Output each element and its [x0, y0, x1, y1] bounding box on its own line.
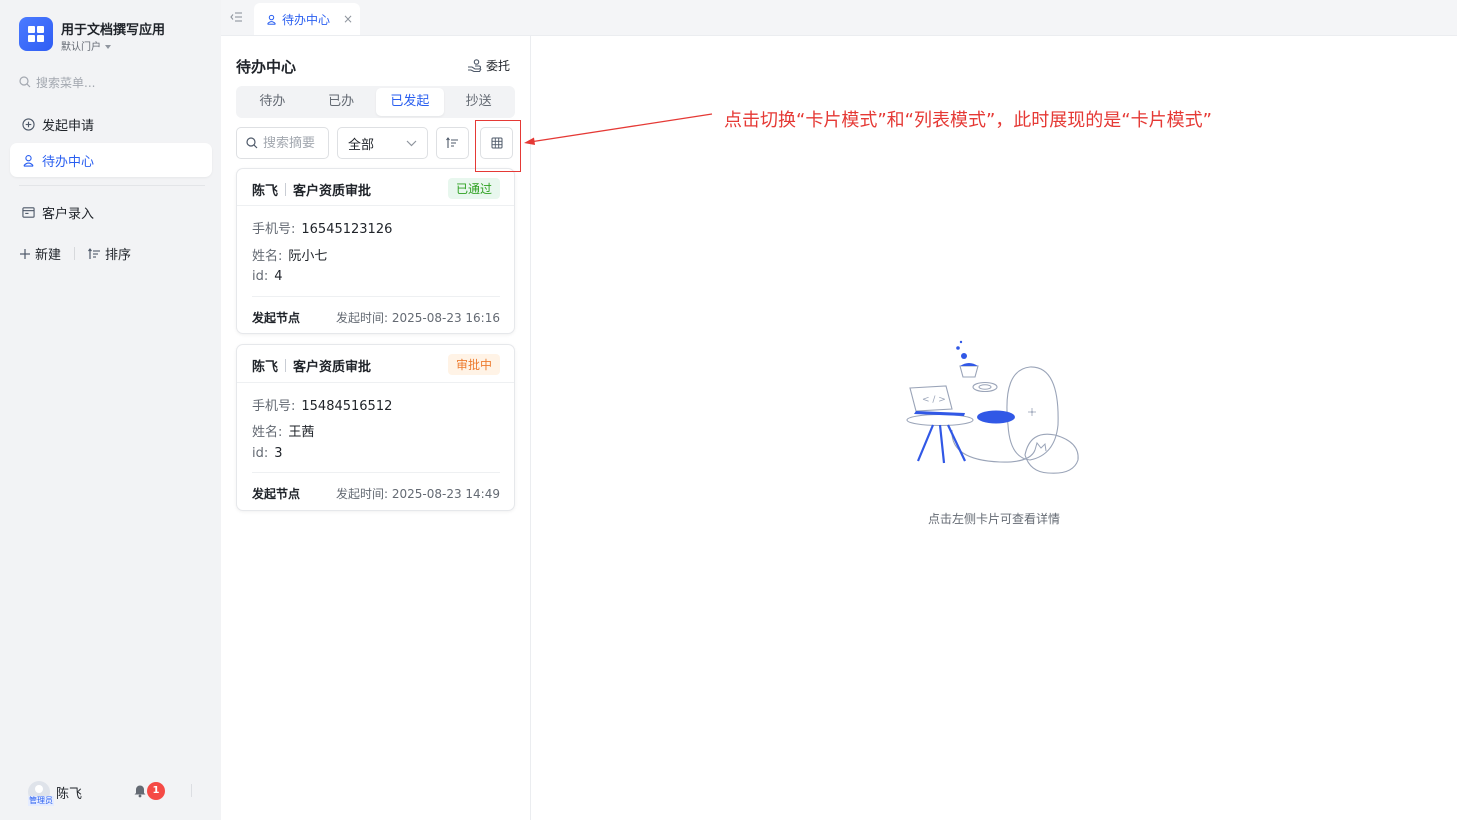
collapse-sidebar-icon[interactable] [230, 11, 243, 27]
filter-value: 全部 [348, 137, 375, 153]
delegate-label: 委托 [486, 59, 511, 73]
panel-title: 待办中心 [236, 58, 297, 76]
form-icon [22, 206, 35, 218]
card-divider [237, 205, 514, 206]
user-task-icon [267, 14, 276, 25]
status-badge: 审批中 [447, 354, 500, 375]
process-name: 客户资质审批 [293, 184, 372, 199]
menu-divider [19, 185, 205, 186]
header-divider [285, 359, 287, 372]
annotation-text: 点击切换“卡片模式”和“列表模式”，此时展现的是“卡片模式” [724, 110, 1212, 131]
initiator-name: 陈飞 [252, 360, 279, 375]
initiator-name: 陈飞 [252, 184, 279, 199]
field-value: 阮小七 [288, 249, 328, 264]
approval-card[interactable]: 陈飞 客户资质审批 已通过 手机号: 16545123126 姓名: 阮小七 id:… [236, 168, 515, 334]
user-task-icon [23, 154, 34, 167]
field-key: 手机号: [252, 222, 296, 237]
filter-select[interactable]: 全部 [337, 127, 428, 159]
empty-state-illustration: < / > [906, 340, 1079, 474]
tab-label: 待办中心 [282, 12, 331, 27]
field-value: 3 [274, 446, 283, 461]
tab-initiated[interactable]: 已发起 [375, 88, 445, 116]
sidebar-item-todo[interactable]: 待办中心 [10, 143, 212, 177]
card-divider [237, 382, 514, 383]
node-name: 发起节点 [252, 311, 301, 325]
field-id: id: 3 [252, 446, 283, 461]
app-title: 用于文档撰写应用 [61, 23, 166, 38]
field-phone: 手机号: 16545123126 [252, 218, 392, 237]
portal-switcher[interactable]: 默认门户 [61, 38, 111, 53]
tab-todo[interactable]: 待办 [238, 88, 307, 116]
chevron-down-icon [406, 140, 417, 146]
card-divider [252, 296, 500, 297]
sidebar-actions: 新建 排序 [19, 244, 131, 263]
sort-button[interactable]: 排序 [88, 244, 131, 263]
sidebar-item-label: 发起申请 [42, 118, 95, 134]
field-phone: 手机号: 15484516512 [252, 395, 392, 414]
field-value: 4 [274, 269, 283, 284]
status-tabs: 待办 已办 已发起 抄送 [236, 86, 515, 118]
search-icon [19, 76, 31, 88]
user-divider [191, 784, 192, 797]
close-icon[interactable]: × [343, 12, 353, 26]
field-value: 15484516512 [301, 399, 393, 414]
new-label: 新建 [35, 248, 62, 263]
approval-card[interactable]: 陈飞 客户资质审批 审批中 手机号: 15484516512 姓名: 王茜 id: 3… [236, 344, 515, 511]
caret-down-icon [105, 45, 111, 49]
card-divider [252, 472, 500, 473]
new-button[interactable]: 新建 [19, 244, 61, 263]
tab-todo-center[interactable]: 待办中心 × [254, 3, 360, 35]
sort-icon [446, 137, 458, 148]
hand-delegate-icon [468, 59, 482, 72]
process-name: 客户资质审批 [293, 360, 372, 375]
field-key: 姓名: [252, 425, 283, 440]
summary-search-input[interactable] [263, 135, 325, 151]
plus-icon [20, 248, 30, 259]
empty-state-text: 点击左侧卡片可查看详情 [927, 512, 1060, 526]
user-name: 陈飞 [56, 786, 83, 802]
field-key: id: [252, 269, 269, 284]
field-id: id: 4 [252, 269, 283, 284]
role-badge: 管理员 [28, 796, 54, 806]
tab-bar [221, 0, 1457, 36]
field-key: id: [252, 446, 269, 461]
plus-circle-icon [22, 117, 35, 131]
sort-order-button[interactable] [436, 127, 469, 159]
sort-icon [88, 247, 101, 259]
portal-name: 默认门户 [61, 42, 101, 53]
sort-label: 排序 [105, 248, 132, 263]
node-name: 发起节点 [252, 487, 301, 501]
sidebar-item-customer-entry[interactable]: 客户录入 [10, 195, 212, 229]
annotation-highlight-box [475, 120, 521, 172]
search-icon [246, 137, 258, 149]
initiated-time: 发起时间: 2025-08-23 14:49 [336, 487, 500, 501]
menu-search[interactable]: 搜索菜单... [19, 72, 199, 92]
notification-count-badge: 1 [147, 782, 165, 800]
sidebar-item-apply[interactable]: 发起申请 [10, 107, 212, 141]
app-logo-icon[interactable] [19, 17, 53, 51]
card-header: 陈飞 客户资质审批 [252, 180, 371, 199]
sidebar-item-label: 待办中心 [42, 154, 95, 170]
field-value: 16545123126 [301, 222, 393, 237]
menu-search-placeholder: 搜索菜单... [36, 75, 96, 90]
status-badge: 已通过 [447, 178, 500, 199]
field-key: 手机号: [252, 399, 296, 414]
card-header: 陈飞 客户资质审批 [252, 356, 371, 375]
field-name: 姓名: 王茜 [252, 421, 314, 440]
tab-cc[interactable]: 抄送 [444, 88, 513, 116]
field-key: 姓名: [252, 249, 283, 264]
svg-text:< / >: < / > [922, 395, 946, 405]
actions-divider [74, 247, 76, 260]
initiated-time: 发起时间: 2025-08-23 16:16 [336, 311, 500, 325]
summary-search[interactable] [236, 127, 329, 159]
tab-done[interactable]: 已办 [307, 88, 376, 116]
field-name: 姓名: 阮小七 [252, 245, 327, 264]
bell-icon[interactable] [133, 783, 147, 802]
field-value: 王茜 [288, 425, 315, 440]
delegate-button[interactable]: 委托 [467, 57, 510, 74]
header-divider [285, 183, 287, 196]
sidebar-item-label: 客户录入 [42, 206, 95, 222]
